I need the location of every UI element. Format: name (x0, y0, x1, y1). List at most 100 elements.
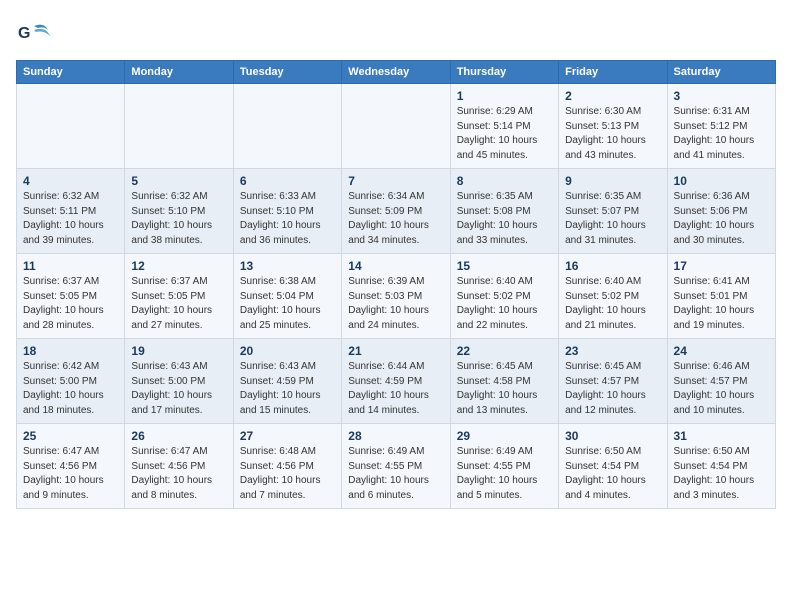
calendar-cell: 24 Sunrise: 6:46 AM Sunset: 4:57 PM Dayli… (667, 339, 775, 424)
day-info: Sunrise: 6:49 AM Sunset: 4:55 PM Dayligh… (348, 445, 443, 503)
header-wednesday: Wednesday (342, 61, 450, 84)
calendar-cell: 29 Sunrise: 6:49 AM Sunset: 4:55 PM Dayli… (450, 424, 558, 509)
calendar-cell: 9Sunrise: 6:35 AM Sunset: 5:07 PM Daylig… (559, 169, 667, 254)
day-number: 19 (131, 344, 226, 358)
calendar-cell: 5 Sunrise: 6:32 AM Sunset: 5:10 PM Daylig… (125, 169, 233, 254)
header-row: SundayMondayTuesdayWednesdayThursdayFrid… (17, 61, 776, 84)
day-info: Sunrise: 6:50 AM Sunset: 4:54 PM Dayligh… (565, 445, 660, 503)
day-info: Sunrise: 6:32 AM Sunset: 5:11 PM Dayligh… (23, 190, 118, 248)
header-sunday: Sunday (17, 61, 125, 84)
week-row-1: 1Sunrise: 6:29 AM Sunset: 5:14 PM Daylig… (17, 84, 776, 169)
calendar-cell: 7 Sunrise: 6:34 AM Sunset: 5:09 PM Daylig… (342, 169, 450, 254)
calendar-cell: 22 Sunrise: 6:45 AM Sunset: 4:58 PM Dayli… (450, 339, 558, 424)
header-tuesday: Tuesday (233, 61, 341, 84)
day-number: 25 (23, 429, 118, 443)
day-info: Sunrise: 6:39 AM Sunset: 5:03 PM Dayligh… (348, 275, 443, 333)
day-number: 4 (23, 174, 118, 188)
day-info: Sunrise: 6:48 AM Sunset: 4:56 PM Dayligh… (240, 445, 335, 503)
day-info: Sunrise: 6:34 AM Sunset: 5:09 PM Dayligh… (348, 190, 443, 248)
header-friday: Friday (559, 61, 667, 84)
calendar-cell: 11 Sunrise: 6:37 AM Sunset: 5:05 PM Dayli… (17, 254, 125, 339)
day-info: Sunrise: 6:43 AM Sunset: 5:00 PM Dayligh… (131, 360, 226, 418)
day-number: 23 (565, 344, 660, 358)
calendar-cell: 3 Sunrise: 6:31 AM Sunset: 5:12 PM Daylig… (667, 84, 775, 169)
day-number: 22 (457, 344, 552, 358)
day-number: 12 (131, 259, 226, 273)
day-info: Sunrise: 6:45 AM Sunset: 4:58 PM Dayligh… (457, 360, 552, 418)
day-number: 18 (23, 344, 118, 358)
day-number: 8 (457, 174, 552, 188)
day-number: 29 (457, 429, 552, 443)
day-number: 31 (674, 429, 769, 443)
calendar-cell: 28 Sunrise: 6:49 AM Sunset: 4:55 PM Dayli… (342, 424, 450, 509)
day-number: 5 (131, 174, 226, 188)
day-number: 24 (674, 344, 769, 358)
week-row-4: 18 Sunrise: 6:42 AM Sunset: 5:00 PM Dayli… (17, 339, 776, 424)
day-info: Sunrise: 6:30 AM Sunset: 5:13 PM Dayligh… (565, 105, 660, 163)
day-number: 27 (240, 429, 335, 443)
day-info: Sunrise: 6:44 AM Sunset: 4:59 PM Dayligh… (348, 360, 443, 418)
calendar-cell: 10 Sunrise: 6:36 AM Sunset: 5:06 PM Dayli… (667, 169, 775, 254)
day-info: Sunrise: 6:45 AM Sunset: 4:57 PM Dayligh… (565, 360, 660, 418)
day-number: 10 (674, 174, 769, 188)
day-number: 6 (240, 174, 335, 188)
calendar-cell (125, 84, 233, 169)
logo-icon: G (16, 16, 52, 52)
day-number: 2 (565, 89, 660, 103)
week-row-2: 4 Sunrise: 6:32 AM Sunset: 5:11 PM Daylig… (17, 169, 776, 254)
day-number: 16 (565, 259, 660, 273)
calendar-cell: 23 Sunrise: 6:45 AM Sunset: 4:57 PM Dayli… (559, 339, 667, 424)
calendar-cell: 8 Sunrise: 6:35 AM Sunset: 5:08 PM Daylig… (450, 169, 558, 254)
calendar-cell: 14 Sunrise: 6:39 AM Sunset: 5:03 PM Dayli… (342, 254, 450, 339)
day-number: 3 (674, 89, 769, 103)
calendar-cell: 4 Sunrise: 6:32 AM Sunset: 5:11 PM Daylig… (17, 169, 125, 254)
day-number: 14 (348, 259, 443, 273)
header-thursday: Thursday (450, 61, 558, 84)
day-number: 7 (348, 174, 443, 188)
calendar-cell (233, 84, 341, 169)
calendar-cell: 6 Sunrise: 6:33 AM Sunset: 5:10 PM Daylig… (233, 169, 341, 254)
day-number: 28 (348, 429, 443, 443)
calendar-cell: 15Sunrise: 6:40 AM Sunset: 5:02 PM Dayli… (450, 254, 558, 339)
calendar-cell: 21Sunrise: 6:44 AM Sunset: 4:59 PM Dayli… (342, 339, 450, 424)
calendar-table: SundayMondayTuesdayWednesdayThursdayFrid… (16, 60, 776, 509)
header-monday: Monday (125, 61, 233, 84)
calendar-cell: 18 Sunrise: 6:42 AM Sunset: 5:00 PM Dayli… (17, 339, 125, 424)
day-info: Sunrise: 6:46 AM Sunset: 4:57 PM Dayligh… (674, 360, 769, 418)
calendar-cell: 26 Sunrise: 6:47 AM Sunset: 4:56 PM Dayli… (125, 424, 233, 509)
day-number: 26 (131, 429, 226, 443)
logo: G (16, 16, 56, 52)
day-info: Sunrise: 6:41 AM Sunset: 5:01 PM Dayligh… (674, 275, 769, 333)
week-row-5: 25 Sunrise: 6:47 AM Sunset: 4:56 PM Dayli… (17, 424, 776, 509)
day-info: Sunrise: 6:37 AM Sunset: 5:05 PM Dayligh… (131, 275, 226, 333)
day-info: Sunrise: 6:42 AM Sunset: 5:00 PM Dayligh… (23, 360, 118, 418)
day-info: Sunrise: 6:35 AM Sunset: 5:08 PM Dayligh… (457, 190, 552, 248)
calendar-cell: 16 Sunrise: 6:40 AM Sunset: 5:02 PM Dayli… (559, 254, 667, 339)
day-info: Sunrise: 6:37 AM Sunset: 5:05 PM Dayligh… (23, 275, 118, 333)
day-info: Sunrise: 6:40 AM Sunset: 5:02 PM Dayligh… (565, 275, 660, 333)
day-number: 11 (23, 259, 118, 273)
day-info: Sunrise: 6:31 AM Sunset: 5:12 PM Dayligh… (674, 105, 769, 163)
week-row-3: 11 Sunrise: 6:37 AM Sunset: 5:05 PM Dayli… (17, 254, 776, 339)
day-info: Sunrise: 6:40 AM Sunset: 5:02 PM Dayligh… (457, 275, 552, 333)
calendar-cell (342, 84, 450, 169)
day-number: 20 (240, 344, 335, 358)
calendar-cell: 2 Sunrise: 6:30 AM Sunset: 5:13 PM Daylig… (559, 84, 667, 169)
day-info: Sunrise: 6:43 AM Sunset: 4:59 PM Dayligh… (240, 360, 335, 418)
calendar-cell: 1Sunrise: 6:29 AM Sunset: 5:14 PM Daylig… (450, 84, 558, 169)
day-info: Sunrise: 6:50 AM Sunset: 4:54 PM Dayligh… (674, 445, 769, 503)
calendar-cell: 12 Sunrise: 6:37 AM Sunset: 5:05 PM Dayli… (125, 254, 233, 339)
day-info: Sunrise: 6:47 AM Sunset: 4:56 PM Dayligh… (23, 445, 118, 503)
calendar-cell: 19 Sunrise: 6:43 AM Sunset: 5:00 PM Dayli… (125, 339, 233, 424)
day-info: Sunrise: 6:33 AM Sunset: 5:10 PM Dayligh… (240, 190, 335, 248)
day-info: Sunrise: 6:32 AM Sunset: 5:10 PM Dayligh… (131, 190, 226, 248)
day-info: Sunrise: 6:49 AM Sunset: 4:55 PM Dayligh… (457, 445, 552, 503)
calendar-cell: 31 Sunrise: 6:50 AM Sunset: 4:54 PM Dayli… (667, 424, 775, 509)
page-header: G (16, 16, 776, 52)
day-number: 17 (674, 259, 769, 273)
calendar-cell: 30Sunrise: 6:50 AM Sunset: 4:54 PM Dayli… (559, 424, 667, 509)
day-info: Sunrise: 6:47 AM Sunset: 4:56 PM Dayligh… (131, 445, 226, 503)
day-info: Sunrise: 6:38 AM Sunset: 5:04 PM Dayligh… (240, 275, 335, 333)
day-info: Sunrise: 6:36 AM Sunset: 5:06 PM Dayligh… (674, 190, 769, 248)
day-number: 1 (457, 89, 552, 103)
